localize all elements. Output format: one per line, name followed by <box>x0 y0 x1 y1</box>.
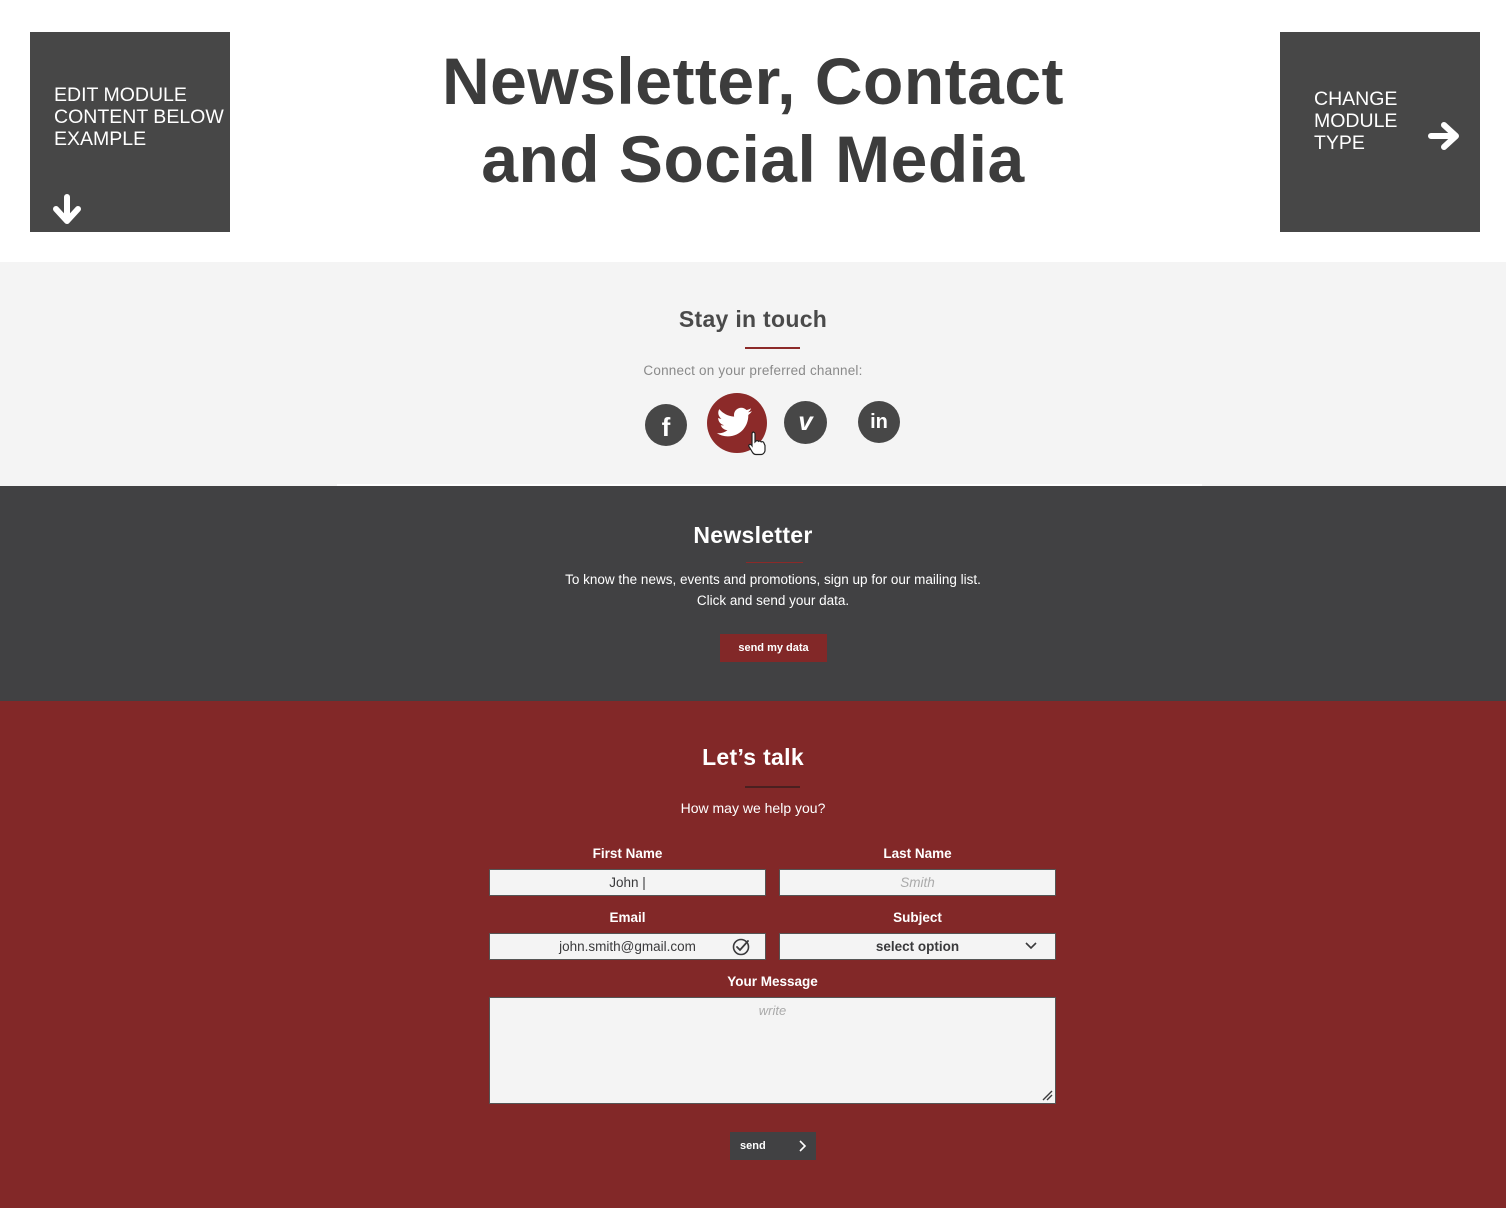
page-title-line1: Newsletter, Contact <box>442 44 1064 118</box>
send-my-data-button[interactable]: send my data <box>720 634 827 662</box>
newsletter-title-underline <box>746 562 803 563</box>
change-module-label: CHANGE MODULE TYPE <box>1314 88 1398 154</box>
edit-module-label: EDIT MODULE CONTENT BELOW EXAMPLE <box>54 84 224 150</box>
first-name-field[interactable]: John | <box>489 869 766 896</box>
vimeo-icon[interactable]: v <box>784 401 827 444</box>
last-name-label: Last Name <box>883 846 952 861</box>
newsletter-title: Newsletter <box>693 522 813 548</box>
facebook-icon[interactable]: f <box>645 404 687 446</box>
send-button-label: send <box>740 1140 766 1152</box>
message-textarea[interactable]: write <box>489 997 1056 1104</box>
subject-value: select option <box>875 939 960 954</box>
social-title: Stay in touch <box>678 306 828 332</box>
section-divider <box>337 484 1202 486</box>
email-value: john.smith@gmail.com <box>559 939 696 954</box>
change-module-button[interactable]: CHANGE MODULE TYPE <box>1280 32 1480 232</box>
social-subtitle: Connect on your preferred channel: <box>643 363 863 378</box>
social-title-underline <box>745 347 800 349</box>
chevron-right-icon <box>799 1140 807 1152</box>
message-placeholder: write <box>758 1003 787 1018</box>
contact-title: Let’s talk <box>702 744 804 770</box>
first-name-label: First Name <box>592 846 663 861</box>
page-header: EDIT MODULE CONTENT BELOW EXAMPLE Newsle… <box>0 0 1506 262</box>
chevron-down-icon <box>1025 942 1037 950</box>
social-section: Stay in touch Connect on your preferred … <box>0 262 1506 486</box>
check-circle-icon <box>732 938 750 956</box>
linkedin-icon[interactable]: in <box>858 401 900 443</box>
arrow-right-icon <box>1428 122 1459 150</box>
email-label: Email <box>609 910 646 925</box>
page-title-line2: and Social Media <box>481 122 1025 196</box>
subject-label: Subject <box>893 910 942 925</box>
send-button[interactable]: send <box>730 1132 816 1160</box>
subject-select[interactable]: select option <box>779 933 1056 960</box>
contact-title-underline <box>745 786 800 788</box>
contact-subtitle: How may we help you? <box>680 800 826 816</box>
email-field[interactable]: john.smith@gmail.com <box>489 933 766 960</box>
last-name-field[interactable]: Smith <box>779 869 1056 896</box>
edit-module-button[interactable]: EDIT MODULE CONTENT BELOW EXAMPLE <box>30 32 230 232</box>
hand-cursor-icon <box>748 431 766 456</box>
contact-section: Let’s talk How may we help you? First Na… <box>0 701 1506 1208</box>
resize-handle-icon[interactable] <box>1041 1089 1053 1101</box>
page-title: Newsletter, Contact and Social Media <box>330 42 1176 198</box>
newsletter-section: Newsletter To know the news, events and … <box>0 484 1506 701</box>
newsletter-description: To know the news, events and promotions,… <box>565 572 981 608</box>
message-label: Your Message <box>727 974 818 989</box>
arrow-down-icon <box>53 194 81 224</box>
